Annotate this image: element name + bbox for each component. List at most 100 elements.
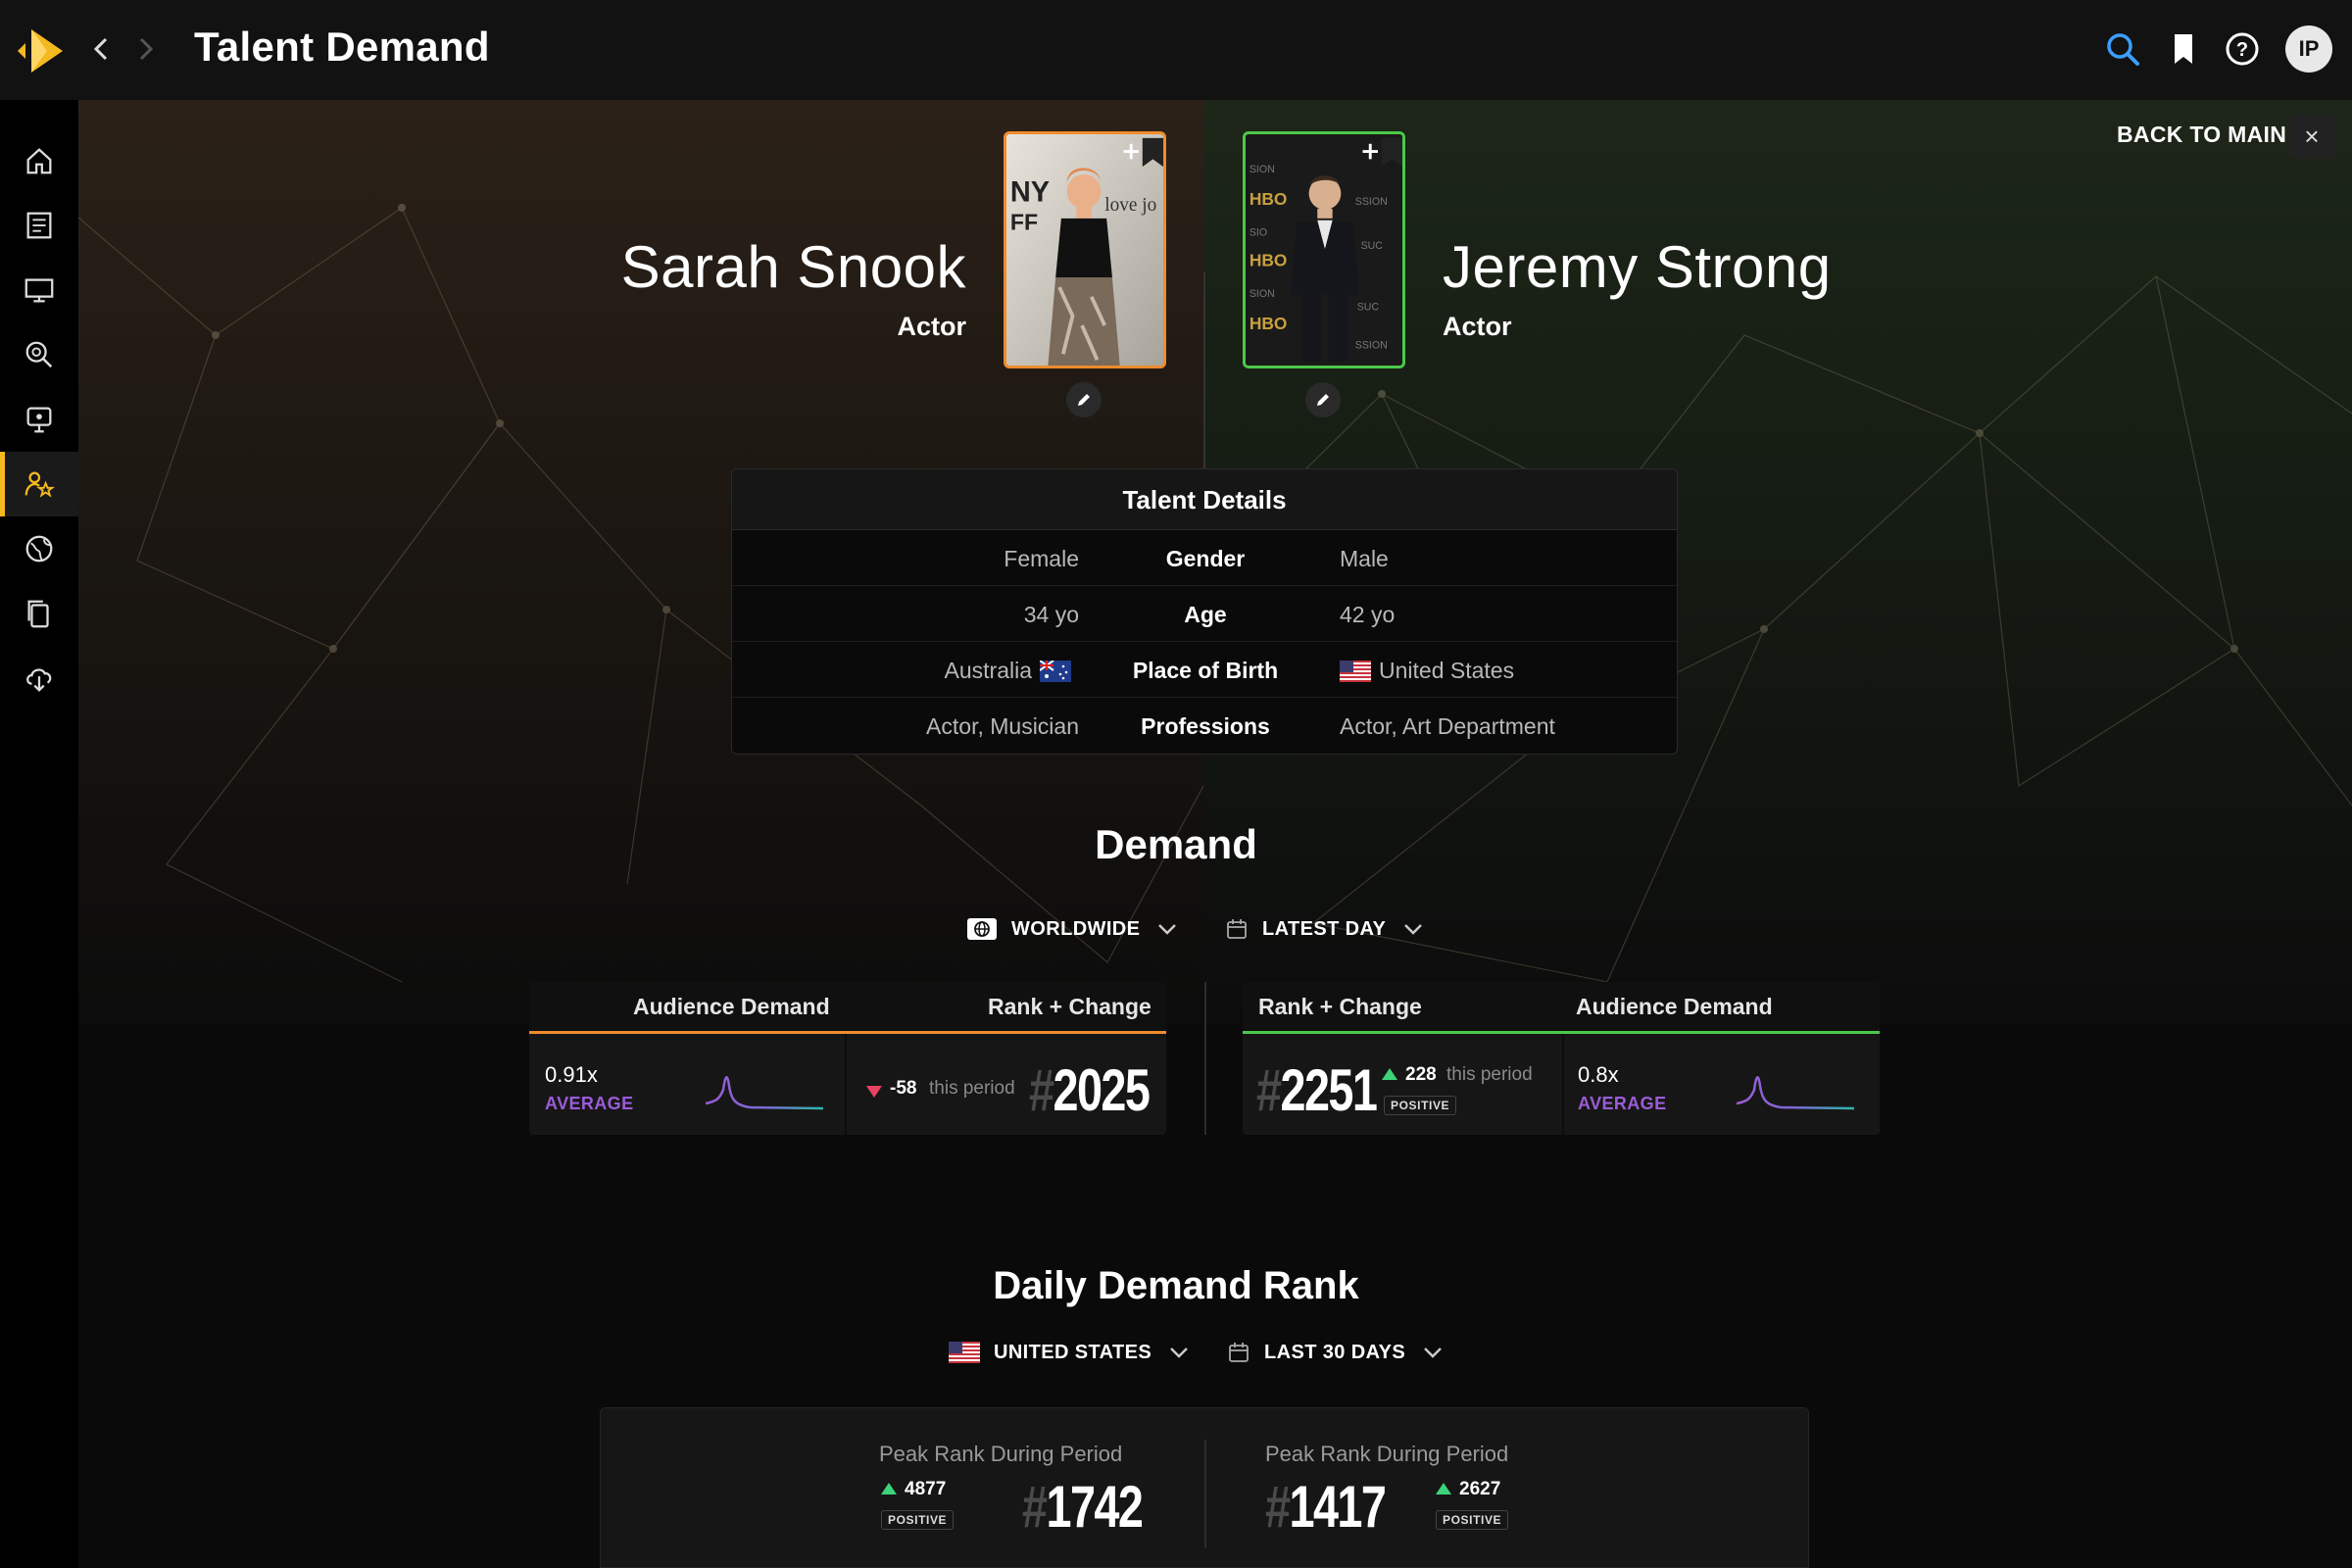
left-demand-multiplier: 0.91x xyxy=(545,1062,598,1087)
svg-text:SIO: SIO xyxy=(1250,226,1267,238)
demand-title: Demand xyxy=(1095,821,1257,867)
right-positive-badge: POSITIVE xyxy=(1384,1096,1457,1115)
left-edit-pencil-icon[interactable] xyxy=(1066,382,1102,417)
back-to-main-link[interactable]: BACK TO MAIN xyxy=(2117,122,2286,148)
left-peak-label: Peak Rank During Period xyxy=(879,1442,1123,1466)
right-demand-card-header: Rank + Change Audience Demand xyxy=(1243,982,1880,1033)
talent-star-icon xyxy=(24,471,56,498)
us-flag-icon xyxy=(1340,661,1371,682)
svg-text:?: ? xyxy=(2236,39,2248,61)
daily-timeframe-dropdown[interactable]: LAST 30 DAYS xyxy=(1227,1331,1445,1374)
region-dropdown[interactable]: WORLDWIDE xyxy=(966,907,1179,951)
left-peak-change: 4877 xyxy=(905,1479,947,1499)
right-demand-sparkline xyxy=(1737,1076,1854,1110)
right-peak-up-icon xyxy=(1436,1483,1451,1494)
timeframe-value: LATEST DAY xyxy=(1262,917,1387,940)
chevron-down-icon xyxy=(1404,924,1423,935)
left-rank-value: #2025 xyxy=(1029,1057,1151,1123)
bookmark-icon[interactable] xyxy=(2164,29,2203,69)
copy-icon xyxy=(27,600,49,628)
right-peak-rank: #1417 xyxy=(1265,1474,1387,1540)
help-icon[interactable]: ? xyxy=(2223,29,2262,69)
right-rank-up-icon xyxy=(1382,1068,1397,1080)
left-demand-card: Audience Demand Rank + Change 0.91x AVER… xyxy=(529,982,1166,1135)
left-talent-photo[interactable]: NY FF love jo xyxy=(1004,131,1166,368)
calendar-icon xyxy=(1229,1343,1249,1362)
svg-text:SUC: SUC xyxy=(1361,240,1384,252)
sidebar-item-news[interactable] xyxy=(0,193,78,258)
sidebar-item-search-analytics[interactable] xyxy=(0,322,78,387)
search-analytics-icon xyxy=(25,341,53,368)
calendar-icon xyxy=(1227,919,1247,939)
talent-details-table: Talent Details Female Gender Male 34 yo … xyxy=(731,468,1678,755)
chevron-down-icon xyxy=(1170,1348,1188,1358)
right-talent-role: Actor xyxy=(1443,312,1512,341)
left-rank-period: this period xyxy=(929,1078,1015,1099)
birthplace-label: Place of Birth xyxy=(1132,658,1279,683)
left-peak-badge: POSITIVE xyxy=(881,1510,955,1530)
timeframe-dropdown[interactable]: LATEST DAY xyxy=(1225,907,1425,951)
us-flag-icon xyxy=(949,1342,980,1363)
right-professions: Actor, Art Department xyxy=(1340,713,1555,739)
right-accent-bar xyxy=(1243,1031,1880,1034)
svg-text:HBO: HBO xyxy=(1250,314,1288,333)
back-arrow-icon[interactable] xyxy=(84,31,120,67)
svg-text:SSION: SSION xyxy=(1355,339,1388,351)
sidebar-item-globe[interactable] xyxy=(0,516,78,581)
right-peak-rank-number: 1417 xyxy=(1289,1474,1386,1540)
right-age: 42 yo xyxy=(1340,602,1396,627)
top-bar: Talent Demand ? IP xyxy=(0,0,2352,100)
table-row: 34 yo Age 42 yo xyxy=(732,586,1677,642)
left-talent-name: Sarah Snook xyxy=(620,234,966,300)
svg-text:FF: FF xyxy=(1010,209,1038,234)
rank-change-label: Rank + Change xyxy=(988,994,1152,1019)
svg-text:HBO: HBO xyxy=(1250,189,1288,209)
left-peak-rank-number: 1742 xyxy=(1046,1474,1143,1540)
right-rank-change: 228 xyxy=(1405,1064,1437,1085)
right-rank-value: #2251 xyxy=(1256,1057,1378,1123)
right-talent-photo[interactable]: HBO HBO HBO SION SIO SION SSION SUC SUC SSION xyxy=(1243,131,1405,368)
gender-label: Gender xyxy=(1165,546,1246,571)
right-edit-pencil-icon[interactable] xyxy=(1305,382,1341,417)
left-rank-number: 2025 xyxy=(1053,1057,1150,1123)
right-birthplace: United States xyxy=(1340,658,1514,684)
cloud-download-icon xyxy=(26,668,52,692)
sidebar-item-download[interactable] xyxy=(0,646,78,710)
card-split xyxy=(1562,1034,1564,1135)
right-talent-name: Jeremy Strong xyxy=(1443,234,1832,300)
table-row: Actor, Musician Professions Actor, Art D… xyxy=(732,698,1677,754)
svg-text:HBO: HBO xyxy=(1250,250,1288,270)
sidebar-item-home[interactable] xyxy=(0,128,78,193)
chevron-down-icon xyxy=(1424,1348,1442,1358)
svg-text:SION: SION xyxy=(1250,164,1275,175)
left-demand-level: AVERAGE xyxy=(545,1094,634,1113)
daily-demand-rank-title: Daily Demand Rank xyxy=(993,1264,1359,1307)
news-icon xyxy=(26,212,52,239)
globe-icon xyxy=(967,918,997,940)
right-gender: Male xyxy=(1340,546,1389,571)
left-demand-sparkline xyxy=(706,1076,823,1110)
rank-change-label: Rank + Change xyxy=(1258,994,1422,1019)
region-value: WORLDWIDE xyxy=(1011,917,1141,940)
right-peak-label: Peak Rank During Period xyxy=(1265,1442,1509,1466)
forward-arrow-icon[interactable] xyxy=(127,31,163,67)
app-logo-icon[interactable] xyxy=(12,24,67,78)
page-title: Talent Demand xyxy=(194,24,490,70)
globe-icon xyxy=(25,535,53,563)
svg-text:NY: NY xyxy=(1010,176,1050,208)
search-icon[interactable] xyxy=(2103,29,2142,69)
sidebar-item-talent[interactable] xyxy=(0,452,78,516)
close-icon[interactable]: × xyxy=(2289,114,2334,159)
sidebar-item-copy[interactable] xyxy=(0,581,78,646)
daily-region-value: UNITED STATES xyxy=(994,1341,1152,1363)
broadcast-icon xyxy=(26,407,52,433)
sidebar-item-broadcast[interactable] xyxy=(0,387,78,452)
daily-region-dropdown[interactable]: UNITED STATES xyxy=(949,1331,1191,1374)
user-avatar[interactable]: IP xyxy=(2285,25,2332,73)
left-peak-rank: #1742 xyxy=(1022,1474,1144,1540)
table-row: Australia Place of Birth United States xyxy=(732,642,1677,698)
right-demand-multiplier: 0.8x xyxy=(1578,1062,1619,1087)
right-demand-level: AVERAGE xyxy=(1578,1094,1667,1113)
right-peak-badge: POSITIVE xyxy=(1436,1510,1509,1530)
sidebar-item-tv[interactable] xyxy=(0,258,78,322)
